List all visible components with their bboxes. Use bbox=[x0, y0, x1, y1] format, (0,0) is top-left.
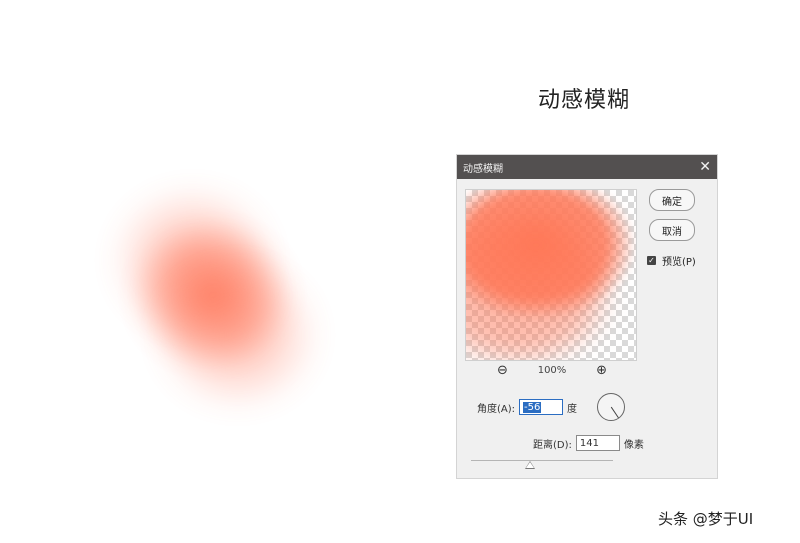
distance-label: 距离(D): bbox=[533, 439, 572, 451]
dialog-titlebar[interactable]: 动感模糊 ✕ bbox=[457, 155, 717, 179]
ok-button[interactable]: 确定 bbox=[649, 189, 695, 211]
angle-value: -56 bbox=[523, 402, 542, 413]
preview-checkbox-label: 预览(P) bbox=[662, 257, 696, 268]
zoom-out-icon[interactable]: ⊖ bbox=[497, 363, 508, 378]
distance-row: 距离(D): 141 像素 bbox=[533, 435, 644, 451]
watermark: 头条 @梦于UI bbox=[658, 510, 754, 528]
angle-row: 角度(A): -56 度 bbox=[477, 399, 577, 415]
preview-checkbox[interactable]: ✓ 预览(P) bbox=[647, 253, 696, 268]
angle-label: 角度(A): bbox=[477, 403, 516, 415]
motion-blur-artwork bbox=[85, 165, 320, 410]
distance-unit: 像素 bbox=[623, 439, 644, 451]
zoom-controls: ⊖ 100% ⊕ bbox=[497, 363, 607, 378]
close-icon[interactable]: ✕ bbox=[699, 160, 711, 174]
slider-thumb-icon[interactable] bbox=[525, 461, 535, 469]
motion-blur-dialog: 动感模糊 ✕ ⊖ 100% ⊕ 确定 取消 ✓ 预览(P) 角度(A): -56… bbox=[456, 154, 718, 479]
cancel-button[interactable]: 取消 bbox=[649, 219, 695, 241]
checkbox-checked-icon[interactable]: ✓ bbox=[647, 256, 656, 265]
zoom-level: 100% bbox=[537, 365, 567, 376]
angle-dial-needle bbox=[610, 406, 619, 419]
distance-slider-track[interactable] bbox=[471, 460, 613, 461]
angle-dial-icon[interactable] bbox=[597, 393, 625, 421]
blur-ghost-bottom bbox=[155, 260, 320, 410]
angle-unit: 度 bbox=[567, 403, 578, 415]
zoom-in-icon[interactable]: ⊕ bbox=[596, 363, 607, 378]
page-title: 动感模糊 bbox=[538, 88, 631, 113]
dialog-title: 动感模糊 bbox=[463, 163, 503, 175]
preview-canvas[interactable] bbox=[465, 189, 637, 361]
distance-input[interactable]: 141 bbox=[575, 435, 620, 451]
angle-input[interactable]: -56 bbox=[519, 399, 564, 415]
